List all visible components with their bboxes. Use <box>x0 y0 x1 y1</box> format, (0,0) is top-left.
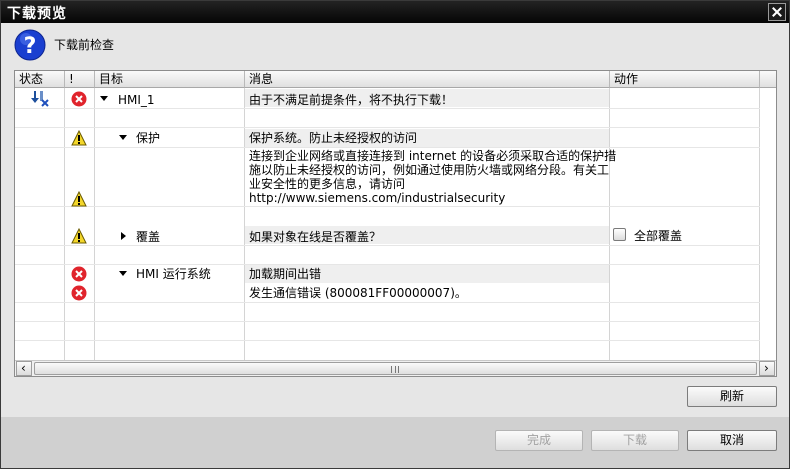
cancel-button[interactable]: 取消 <box>687 430 777 451</box>
dialog-footer: 完成 下载 取消 <box>1 417 789 468</box>
grid-line <box>15 340 760 341</box>
finish-button[interactable]: 完成 <box>495 430 583 451</box>
target-label: 保护 <box>136 131 161 145</box>
target-label: HMI_1 <box>118 93 155 107</box>
error-icon <box>71 91 87 107</box>
warning-icon <box>71 191 87 207</box>
grid-line <box>94 88 95 360</box>
grid-line <box>15 108 760 109</box>
download-error-icon <box>31 91 49 107</box>
column-header-status[interactable]: 状态 <box>15 71 65 88</box>
scrollbar-thumb[interactable] <box>34 362 757 375</box>
overwrite-all-label[interactable]: 全部覆盖 <box>634 229 682 243</box>
grid-line <box>15 245 760 246</box>
grid-line <box>64 88 65 360</box>
expand-toggle-icon[interactable] <box>119 271 127 276</box>
overwrite-all-checkbox[interactable] <box>613 228 626 241</box>
column-header-message[interactable]: 消息 <box>245 71 610 88</box>
svg-text:?: ? <box>24 34 37 59</box>
column-header-severity[interactable]: ! <box>65 71 95 88</box>
error-icon <box>71 285 87 301</box>
load-button[interactable]: 下载 <box>591 430 679 451</box>
column-header-target[interactable]: 目标 <box>95 71 245 88</box>
question-icon: ? <box>14 29 46 61</box>
close-icon[interactable] <box>768 3 786 21</box>
grid-line <box>759 88 760 360</box>
window-title: 下载预览 <box>7 6 67 22</box>
warning-icon <box>71 228 87 244</box>
refresh-button[interactable]: 刷新 <box>687 386 777 407</box>
grid-line <box>15 206 760 207</box>
warning-icon <box>71 130 87 146</box>
grid-line <box>15 302 760 303</box>
horizontal-scrollbar[interactable]: ‹ › <box>15 360 776 376</box>
message-text: 由于不满足前提条件，将不执行下载！ <box>249 93 454 107</box>
message-text: 加载期间出错 <box>249 267 322 281</box>
check-results-table: 状态 ! 目标 消息 动作 HMI_1 由于不满足前提条件，将不执行下载！ 保护… <box>14 70 777 377</box>
scroll-left-icon[interactable]: ‹ <box>16 361 32 376</box>
expand-toggle-icon[interactable] <box>121 232 126 240</box>
error-icon <box>71 266 87 282</box>
column-header-action[interactable]: 动作 <box>610 71 760 88</box>
column-header-filler <box>760 71 776 88</box>
message-text: 发生通信错误 (800081FF00000007)。 <box>249 286 467 300</box>
grid-line <box>15 127 760 128</box>
grid-line <box>15 264 760 265</box>
grid-line <box>609 88 610 360</box>
scroll-right-icon[interactable]: › <box>759 361 775 376</box>
grid-line <box>15 321 760 322</box>
grip-icon <box>391 366 399 373</box>
download-preview-dialog: 下载预览 ? 下载前检查 状态 ! 目标 消息 动作 HMI_1 由于不满足前提… <box>0 0 790 469</box>
target-label: HMI 运行系统 <box>136 267 211 281</box>
header-text: 下载前检查 <box>54 38 115 52</box>
target-label: 覆盖 <box>136 230 161 244</box>
message-text: 保护系统。防止未经授权的访问 <box>249 131 418 145</box>
expand-toggle-icon[interactable] <box>119 135 127 140</box>
grid-line <box>244 88 245 360</box>
title-bar: 下载预览 <box>1 1 789 23</box>
security-message-text: 连接到企业网络或直接连接到 internet 的设备必须采取合适的保护措施以防止… <box>249 149 617 205</box>
message-text: 如果对象在线是否覆盖？ <box>249 230 382 244</box>
expand-toggle-icon[interactable] <box>100 96 108 101</box>
grid-line <box>15 147 760 148</box>
